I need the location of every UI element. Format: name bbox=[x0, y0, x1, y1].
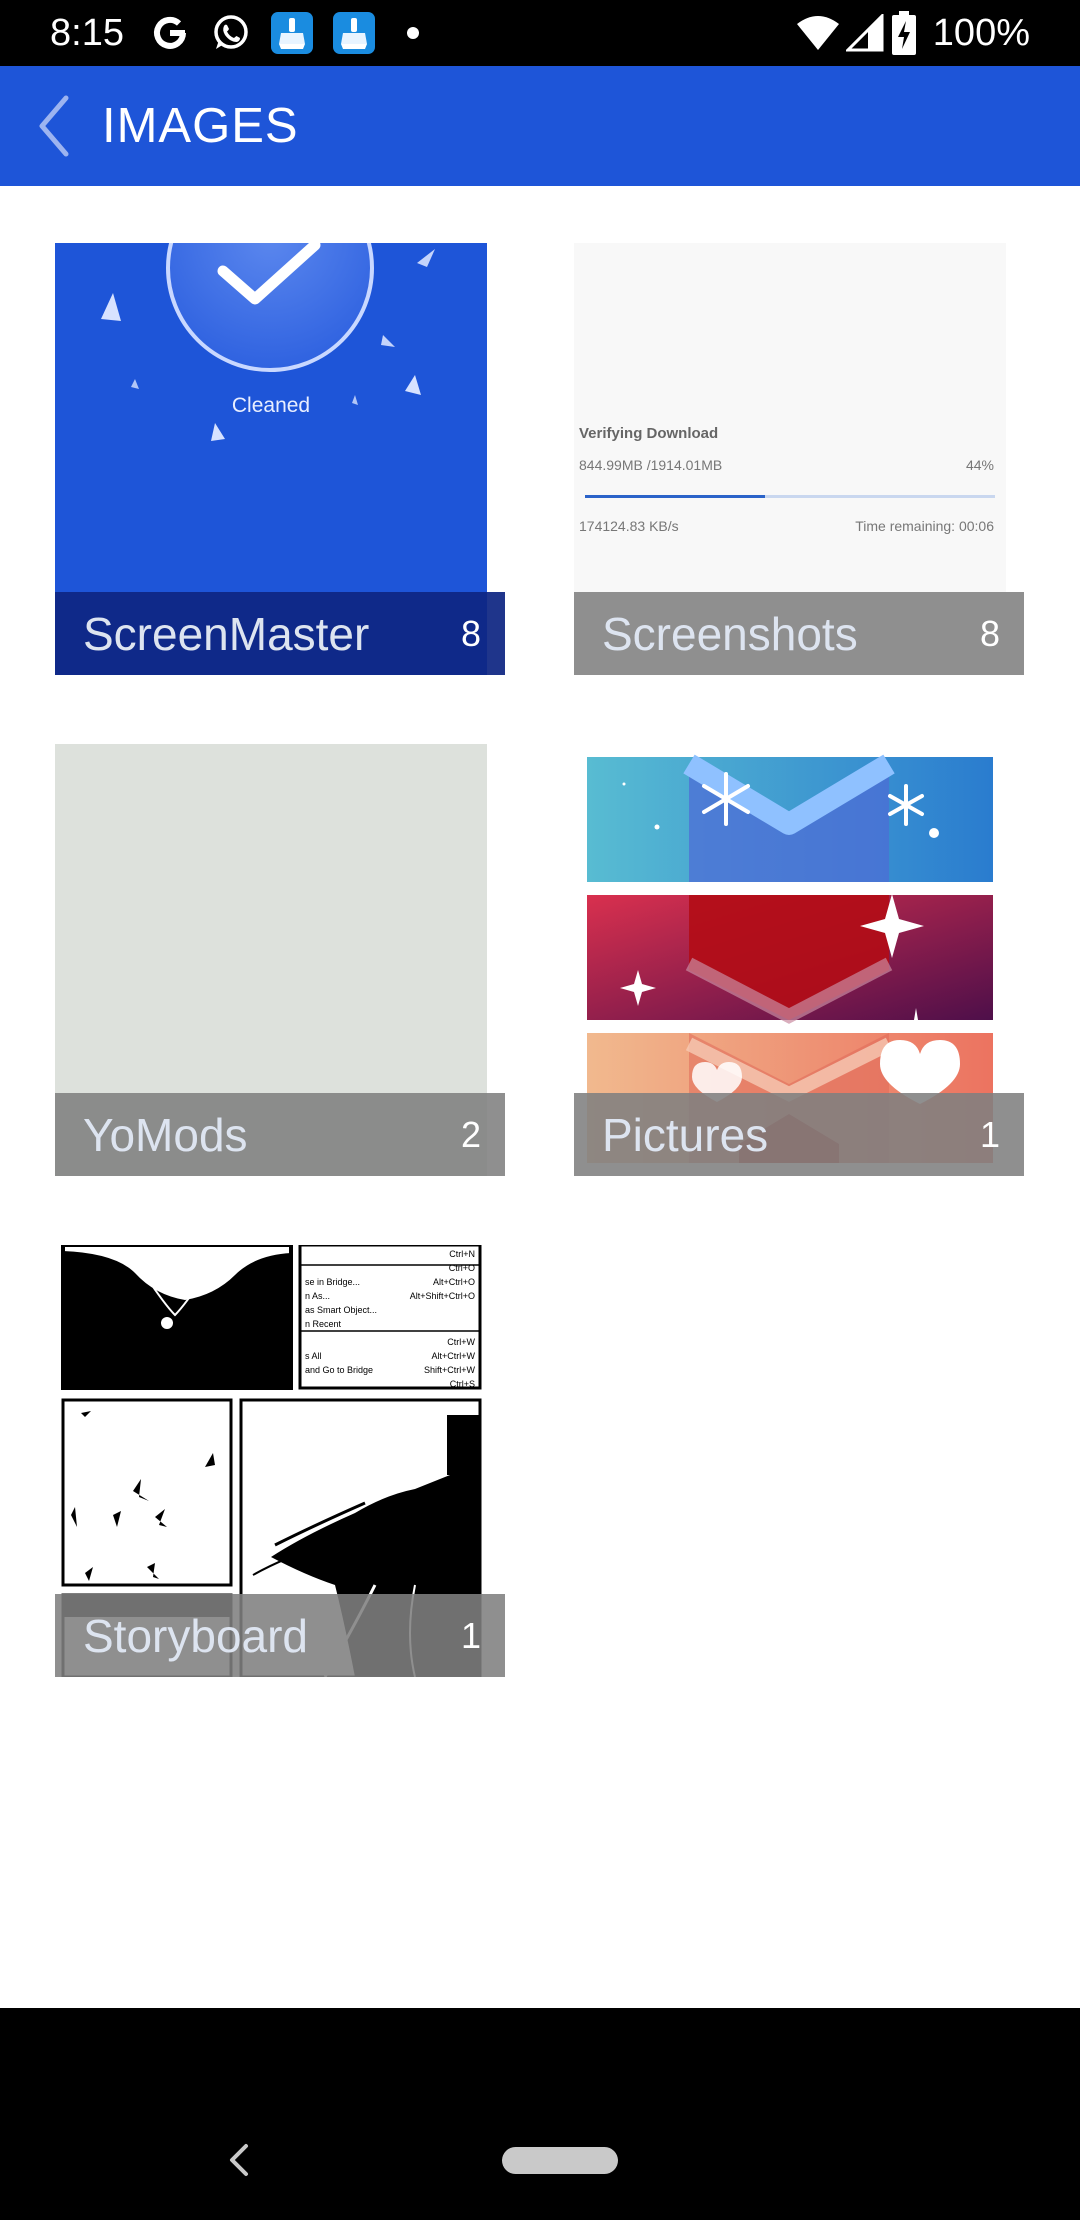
folder-count: 8 bbox=[979, 613, 1000, 654]
folder-count: 2 bbox=[460, 1114, 481, 1155]
download-progress-track bbox=[585, 495, 995, 498]
chevron-left-icon bbox=[39, 95, 69, 157]
back-button[interactable] bbox=[30, 90, 86, 162]
menu-line: Ctrl+O bbox=[448, 1263, 475, 1273]
menu-line: and Go to Bridge bbox=[305, 1365, 374, 1375]
folder-tile-pictures[interactable]: Pictures 1 bbox=[574, 744, 1024, 1176]
folder-name: Storyboard bbox=[83, 1610, 309, 1662]
download-progress-fill bbox=[585, 495, 766, 498]
folder-name: ScreenMaster bbox=[83, 608, 370, 660]
download-time-remaining: Time remaining: 00:06 bbox=[855, 518, 994, 534]
folder-count: 1 bbox=[979, 1114, 1000, 1155]
navigation-bar bbox=[0, 2008, 1080, 2220]
notification-dot-icon bbox=[406, 26, 420, 45]
folder-name: YoMods bbox=[83, 1109, 248, 1161]
menu-line: Alt+Ctrl+W bbox=[431, 1351, 475, 1361]
menu-line: se in Bridge... bbox=[305, 1277, 361, 1287]
folder-count: 1 bbox=[460, 1615, 481, 1656]
menu-line: as Smart Object... bbox=[305, 1305, 378, 1315]
menu-line: Ctrl+W bbox=[447, 1337, 475, 1347]
menu-line: Alt+Shift+Ctrl+O bbox=[409, 1291, 475, 1301]
download-title: Verifying Download bbox=[579, 425, 719, 442]
folder-tile-storyboard[interactable]: Ctrl+N Ctrl+O se in Bridge... Alt+Ctrl+O … bbox=[55, 1245, 505, 1677]
menu-line: Ctrl+N bbox=[449, 1249, 475, 1259]
nav-home-pill-icon[interactable] bbox=[502, 2147, 618, 2174]
page-title: IMAGES bbox=[102, 99, 299, 153]
nav-back-button[interactable] bbox=[222, 2140, 258, 2180]
menu-line: Ctrl+S bbox=[449, 1379, 475, 1387]
status-bar: 8:15 100% bbox=[0, 0, 1080, 66]
folder-tile-yomods[interactable]: YoMods 2 bbox=[55, 744, 505, 1176]
download-percent: 44% bbox=[965, 457, 994, 473]
cell-signal-icon bbox=[844, 12, 884, 57]
folder-label-bar: Screenshots 8 bbox=[574, 592, 1024, 675]
app-bar: IMAGES bbox=[0, 66, 1080, 186]
folder-label-bar: YoMods 2 bbox=[55, 1093, 505, 1176]
folder-label-bar: ScreenMaster 8 bbox=[55, 592, 505, 675]
download-speed: 174124.83 KB/s bbox=[579, 518, 679, 534]
cleaner-app-icon bbox=[270, 11, 314, 60]
menu-line: n As... bbox=[305, 1291, 331, 1301]
menu-line: Alt+Ctrl+O bbox=[432, 1277, 475, 1287]
folder-count: 8 bbox=[460, 613, 481, 654]
wifi-icon bbox=[796, 14, 840, 57]
folder-name: Screenshots bbox=[602, 608, 858, 660]
folder-tile-screenshots[interactable]: Verifying Download 844.99MB /1914.01MB 4… bbox=[574, 243, 1024, 675]
whatsapp-icon bbox=[210, 13, 250, 58]
screen: 8:15 100% IMAGES Cleaned ScreenMaster 8 … bbox=[0, 0, 1080, 2220]
menu-line: s All bbox=[305, 1351, 322, 1361]
folder-tile-screenmaster[interactable]: Cleaned ScreenMaster 8 bbox=[55, 243, 505, 675]
menu-line: n Recent bbox=[305, 1319, 342, 1329]
nav-back-icon bbox=[230, 2144, 248, 2176]
menu-line: Shift+Ctrl+W bbox=[423, 1365, 475, 1375]
battery-charging-icon bbox=[892, 11, 916, 60]
cleaned-text: Cleaned bbox=[231, 394, 311, 417]
battery-percentage: 100% bbox=[932, 12, 1030, 54]
status-time: 8:15 bbox=[50, 12, 124, 54]
menu-screenshot: Ctrl+N Ctrl+O se in Bridge... Alt+Ctrl+O … bbox=[305, 1247, 475, 1387]
folder-label-bar: Pictures 1 bbox=[574, 1093, 1024, 1176]
folder-label-bar: Storyboard 1 bbox=[55, 1594, 505, 1677]
folder-name: Pictures bbox=[602, 1109, 769, 1161]
google-g-icon bbox=[150, 13, 190, 58]
download-size: 844.99MB /1914.01MB bbox=[579, 457, 723, 473]
cleaner-app-icon bbox=[332, 11, 376, 60]
